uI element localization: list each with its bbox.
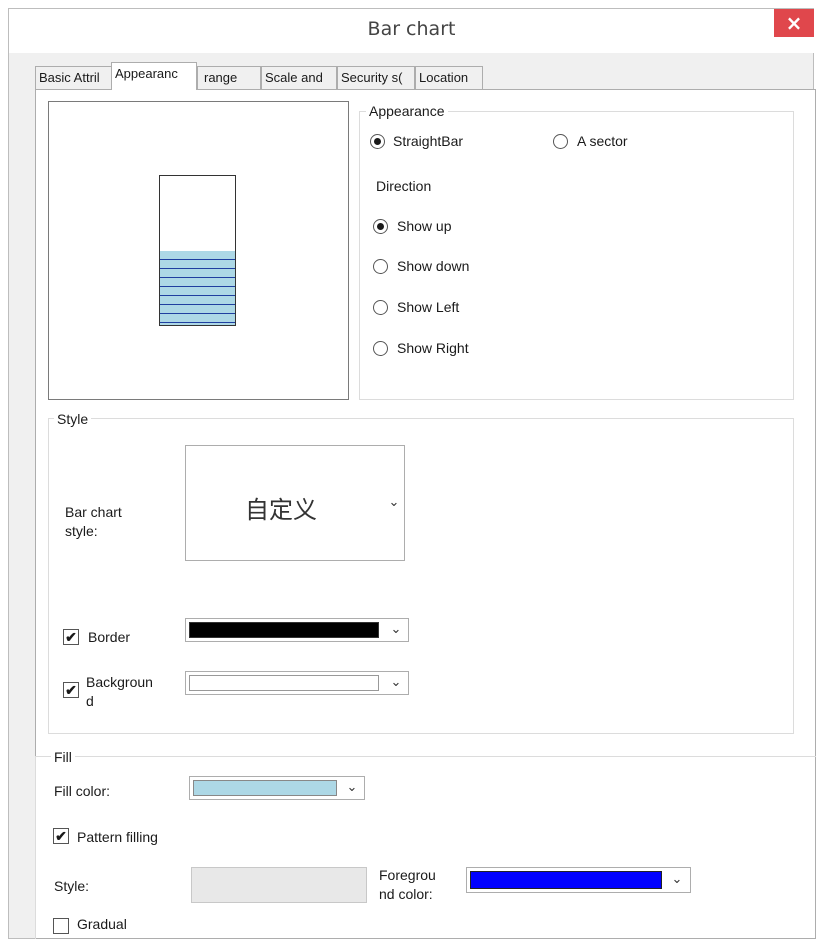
straightbar-label: StraightBar [393, 133, 464, 149]
sector-label: A sector [577, 133, 628, 149]
foreground-color-label-2: nd color: [379, 886, 433, 902]
style-group [48, 418, 794, 734]
chevron-down-icon: ⌄ [390, 621, 402, 636]
fill-color-swatch [193, 780, 337, 796]
straightbar-radio[interactable] [370, 134, 385, 149]
bar-chart-style-label: Bar chart [65, 504, 122, 520]
tab-appearance[interactable]: Appearanc [111, 62, 197, 90]
bar-preview-fill [160, 250, 235, 325]
show-up-radio[interactable] [373, 219, 388, 234]
bar-chart-style-select[interactable]: 自定义 ⌄ [185, 445, 405, 561]
border-color-select[interactable]: ⌄ [185, 618, 409, 642]
show-down-label: Show down [397, 258, 470, 274]
tab-basic-attributes[interactable]: Basic Attril [35, 66, 112, 89]
background-color-select[interactable]: ⌄ [185, 671, 409, 695]
title-bar: Bar chart [9, 9, 814, 53]
chevron-down-icon: ⌄ [388, 494, 400, 509]
show-right-label: Show Right [397, 340, 469, 356]
tab-range[interactable]: range [197, 66, 261, 89]
foreground-color-label: Foregrou [379, 867, 436, 883]
show-right-radio[interactable] [373, 341, 388, 356]
show-up-label: Show up [397, 218, 452, 234]
gradual-checkbox[interactable] [53, 918, 69, 934]
bar-chart-style-label-2: style: [65, 523, 98, 539]
fill-color-label: Fill color: [54, 783, 111, 799]
appearance-group-label: Appearance [366, 103, 448, 119]
fill-group-label: Fill [51, 749, 75, 765]
appearance-group [359, 111, 794, 400]
foreground-color-swatch [470, 871, 662, 889]
tab-security[interactable]: Security s( [337, 66, 415, 89]
border-checkbox[interactable]: ✔ [63, 629, 79, 645]
background-checkbox[interactable]: ✔ [63, 682, 79, 698]
chevron-down-icon: ⌄ [390, 674, 402, 689]
fill-color-select[interactable]: ⌄ [189, 776, 365, 800]
border-color-swatch [189, 622, 379, 638]
pattern-filling-checkbox[interactable]: ✔ [53, 828, 69, 844]
tab-scale[interactable]: Scale and [261, 66, 337, 89]
style-group-label: Style [54, 411, 92, 427]
foreground-color-select[interactable]: ⌄ [466, 867, 691, 893]
pattern-filling-label: Pattern filling [77, 829, 158, 845]
pattern-style-label: Style: [54, 878, 90, 894]
background-color-swatch [189, 675, 379, 691]
show-left-label: Show Left [397, 299, 460, 315]
border-label: Border [88, 629, 131, 645]
bar-preview [159, 175, 236, 326]
sector-radio[interactable] [553, 134, 568, 149]
background-label-2: d [86, 693, 94, 709]
chevron-down-icon: ⌄ [671, 871, 683, 886]
tab-location[interactable]: Location [415, 66, 483, 89]
bar-chart-style-value: 自定义 [245, 496, 317, 524]
pattern-style-select[interactable] [191, 867, 367, 903]
background-label: Backgroun [86, 674, 153, 690]
chevron-down-icon: ⌄ [346, 779, 358, 794]
fill-group [35, 756, 816, 939]
direction-label: Direction [376, 178, 432, 194]
window-title: Bar chart [367, 18, 456, 40]
show-down-radio[interactable] [373, 259, 388, 274]
show-left-radio[interactable] [373, 300, 388, 315]
close-button[interactable]: × [774, 9, 814, 37]
gradual-label: Gradual [77, 916, 127, 932]
